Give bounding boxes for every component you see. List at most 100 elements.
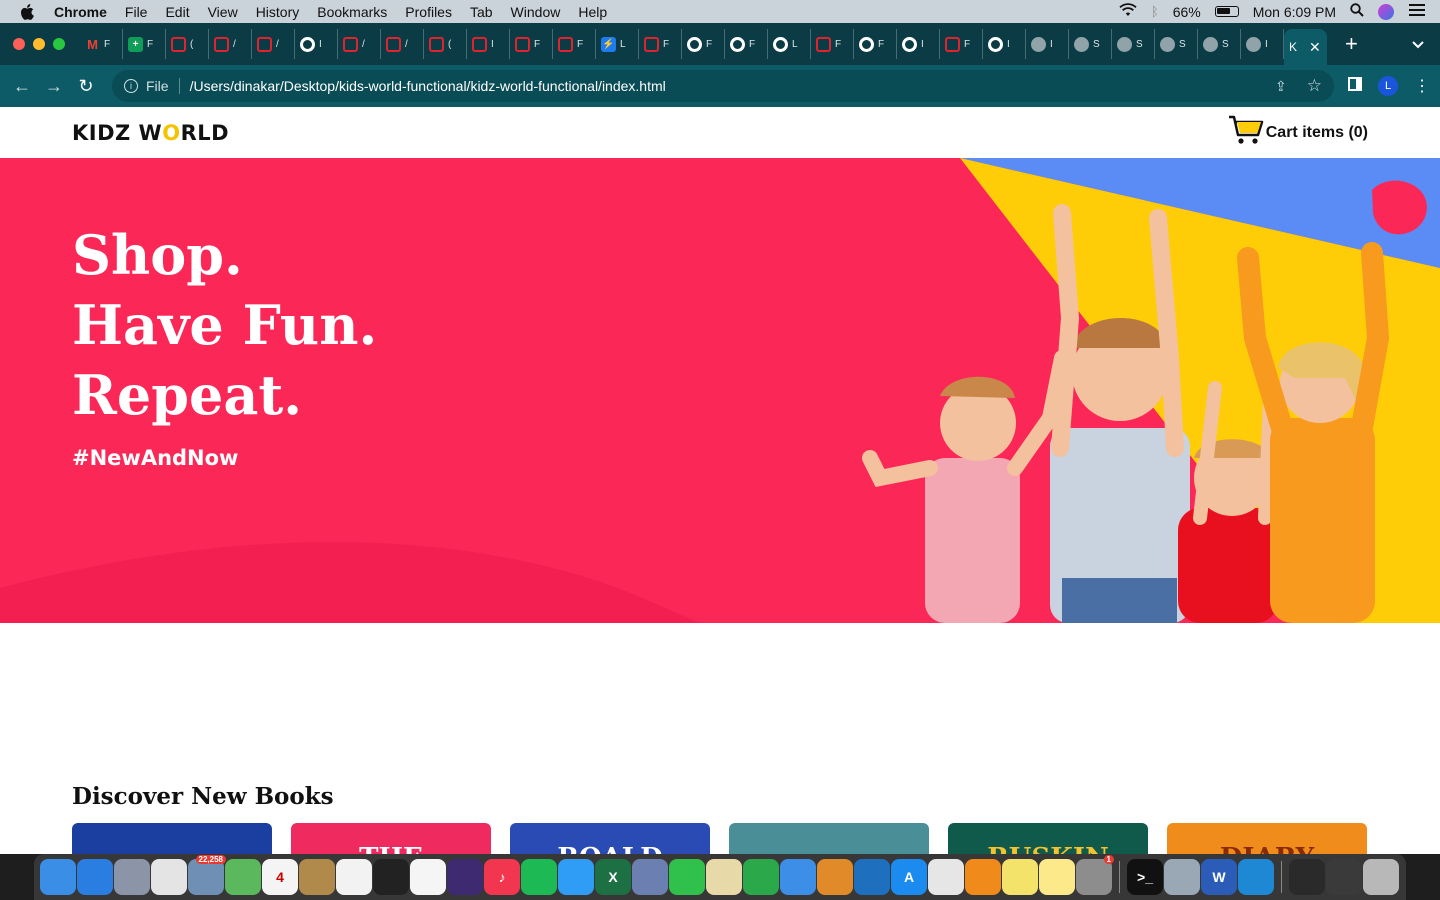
menu-tab[interactable]: Tab [461,4,502,20]
tab-0[interactable]: MF [80,29,123,59]
tab-19[interactable]: I [897,29,940,59]
tab-26[interactable]: S [1198,29,1241,59]
launchpad-icon[interactable] [114,859,150,895]
tab-7[interactable]: / [381,29,424,59]
trash-icon[interactable] [1363,859,1399,895]
facetime-icon[interactable] [669,859,705,895]
notes-book-icon[interactable] [299,859,335,895]
minimized-window-icon[interactable] [1289,859,1325,895]
apple-menu-icon[interactable] [0,3,54,20]
tab-27[interactable]: I [1241,29,1284,59]
system-preferences-icon[interactable]: 1 [1076,855,1114,895]
tab-24[interactable]: S [1112,29,1155,59]
book-card[interactable]: DIARY [1167,823,1367,854]
wifi-icon[interactable] [1119,3,1137,20]
bookmark-star-icon[interactable]: ☆ [1307,76,1322,96]
menu-profiles[interactable]: Profiles [396,4,461,20]
forward-arrow-icon[interactable]: → [38,76,70,97]
tab-15[interactable]: F [725,29,768,59]
tab-search-chevron-icon[interactable] [1412,37,1424,52]
share-icon[interactable]: ⇪ [1275,78,1287,95]
screenshot-icon[interactable] [1164,859,1200,895]
tab-10[interactable]: F [510,29,553,59]
book-card[interactable]: THE [291,823,491,854]
reload-icon[interactable]: ↻ [70,76,102,97]
cart-button[interactable]: Cart items (0) [1228,114,1368,151]
tab-11[interactable]: F [553,29,596,59]
appstore-icon[interactable]: A [891,859,927,895]
reminders-icon[interactable] [336,859,372,895]
book-card[interactable] [729,823,929,854]
more-menu-icon[interactable]: ⋮ [1414,76,1430,96]
back-arrow-icon[interactable]: ← [6,76,38,97]
noentry-icon[interactable] [632,859,668,895]
notes-icon[interactable] [1039,859,1075,895]
siri-icon[interactable] [1378,3,1394,20]
address-bar[interactable]: i File /Users/dinakar/Desktop/kids-world… [112,70,1334,102]
script-editor-icon[interactable] [928,859,964,895]
edge-icon[interactable] [854,859,890,895]
profile-avatar[interactable]: L [1378,76,1398,96]
site-info-icon[interactable]: i [124,79,138,93]
home-icon[interactable] [965,859,1001,895]
minimize-window-button[interactable] [33,38,45,50]
tab-6[interactable]: / [338,29,381,59]
chrome-icon[interactable] [151,859,187,895]
tab-2[interactable]: ( [166,29,209,59]
control-center-icon[interactable] [1408,3,1426,20]
tab-1[interactable]: + F [123,29,166,59]
tab-9[interactable]: I [467,29,510,59]
maps-icon[interactable] [225,859,261,895]
photos-icon[interactable] [410,859,446,895]
spotlight-search-icon[interactable] [1350,3,1364,20]
tab-active[interactable]: K ✕ [1284,29,1327,65]
tab-3[interactable]: / [209,29,252,59]
tab-13[interactable]: F [639,29,682,59]
music-icon[interactable]: ♪ [484,859,520,895]
book-card[interactable]: ROALD [510,823,710,854]
menu-help[interactable]: Help [569,4,616,20]
menu-history[interactable]: History [247,4,309,20]
spotify-icon[interactable] [521,859,557,895]
messages-icon[interactable] [558,859,594,895]
site-logo[interactable]: KIDZ WORLD [72,121,229,145]
tab-21[interactable]: I [983,29,1026,59]
tab-23[interactable]: S [1069,29,1112,59]
word-icon[interactable]: W [1201,859,1237,895]
stocks-icon[interactable] [373,859,409,895]
book-card[interactable] [72,823,272,854]
menu-view[interactable]: View [199,4,247,20]
url-text[interactable]: /Users/dinakar/Desktop/kids-world-functi… [190,78,666,94]
tab-17[interactable]: F [811,29,854,59]
tab-20[interactable]: F [940,29,983,59]
textedit-icon[interactable] [706,859,742,895]
menu-edit[interactable]: Edit [156,4,198,20]
finder-icon[interactable] [40,859,76,895]
tab-5[interactable]: I [295,29,338,59]
stickies-icon[interactable] [1002,859,1038,895]
close-tab-icon[interactable]: ✕ [1309,39,1321,56]
preview-icon[interactable]: 22,258 [188,855,226,895]
side-panel-icon[interactable] [1348,76,1362,96]
bluetooth-icon[interactable]: ᛒ [1151,4,1159,19]
garageband-icon[interactable] [817,859,853,895]
safari-icon[interactable] [77,859,113,895]
menu-window[interactable]: Window [502,4,570,20]
menu-bookmarks[interactable]: Bookmarks [308,4,396,20]
keynote-icon[interactable] [780,859,816,895]
minimized-window-icon-2[interactable] [1326,859,1362,895]
tab-12[interactable]: ⚡ L [596,29,639,59]
close-window-button[interactable] [13,38,25,50]
tab-22[interactable]: I [1026,29,1069,59]
excel-icon[interactable]: X [595,859,631,895]
numbers-icon[interactable] [743,859,779,895]
battery-icon[interactable] [1214,6,1239,17]
tab-14[interactable]: F [682,29,725,59]
zoom-window-button[interactable] [53,38,65,50]
tab-25[interactable]: S [1155,29,1198,59]
calendar-icon[interactable]: 4 [262,859,298,895]
tab-8[interactable]: ( [424,29,467,59]
menu-file[interactable]: File [116,4,157,20]
clock[interactable]: Mon 6:09 PM [1253,4,1336,20]
siri-icon[interactable] [447,859,483,895]
